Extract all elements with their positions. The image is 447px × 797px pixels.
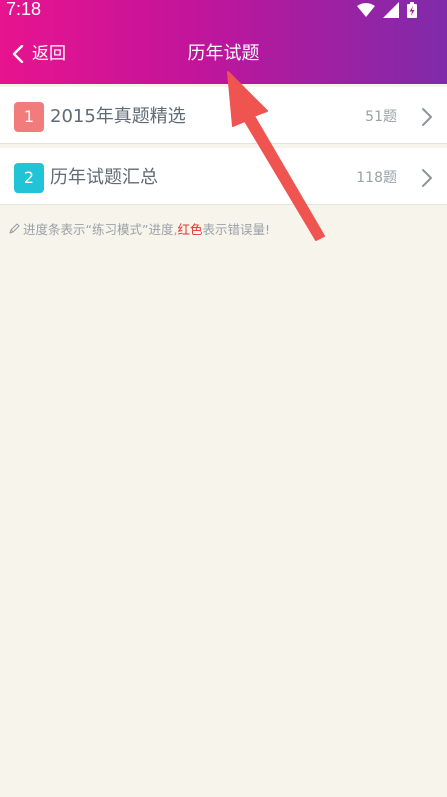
chevron-right-icon (422, 108, 432, 126)
battery-icon (407, 2, 417, 18)
signal-icon (383, 2, 399, 18)
pencil-icon (9, 222, 20, 234)
status-icons (357, 2, 417, 18)
status-time: 7:18 (6, 0, 42, 19)
app-header: 7:18 返回 历年试题 (0, 0, 447, 84)
page-title: 历年试题 (187, 43, 260, 64)
progress-hint: 进度条表示“练习模式”进度, 红色 表示错误量! (8, 218, 270, 238)
list-item[interactable]: 2 历年试题汇总 118题 (0, 148, 447, 205)
list-item[interactable]: 1 2015年真题精选 51题 (0, 87, 447, 144)
item-count: 118题 (356, 170, 397, 186)
hint-text-prefix: 进度条表示“练习模式”进度, (23, 221, 178, 237)
question-set-list: 1 2015年真题精选 51题 2 历年试题汇总 118题 (0, 84, 447, 209)
wifi-icon (357, 3, 375, 17)
hint-text-red: 红色 (177, 221, 203, 237)
item-title: 历年试题汇总 (50, 167, 158, 188)
index-badge: 1 (14, 102, 44, 132)
chevron-right-icon (422, 169, 432, 187)
item-title: 2015年真题精选 (50, 106, 186, 127)
hint-text-suffix: 表示错误量! (202, 221, 270, 237)
item-count: 51题 (365, 109, 397, 125)
status-bar: 7:18 (0, 0, 447, 22)
navbar: 返回 历年试题 (0, 34, 447, 74)
index-badge: 2 (14, 163, 44, 193)
